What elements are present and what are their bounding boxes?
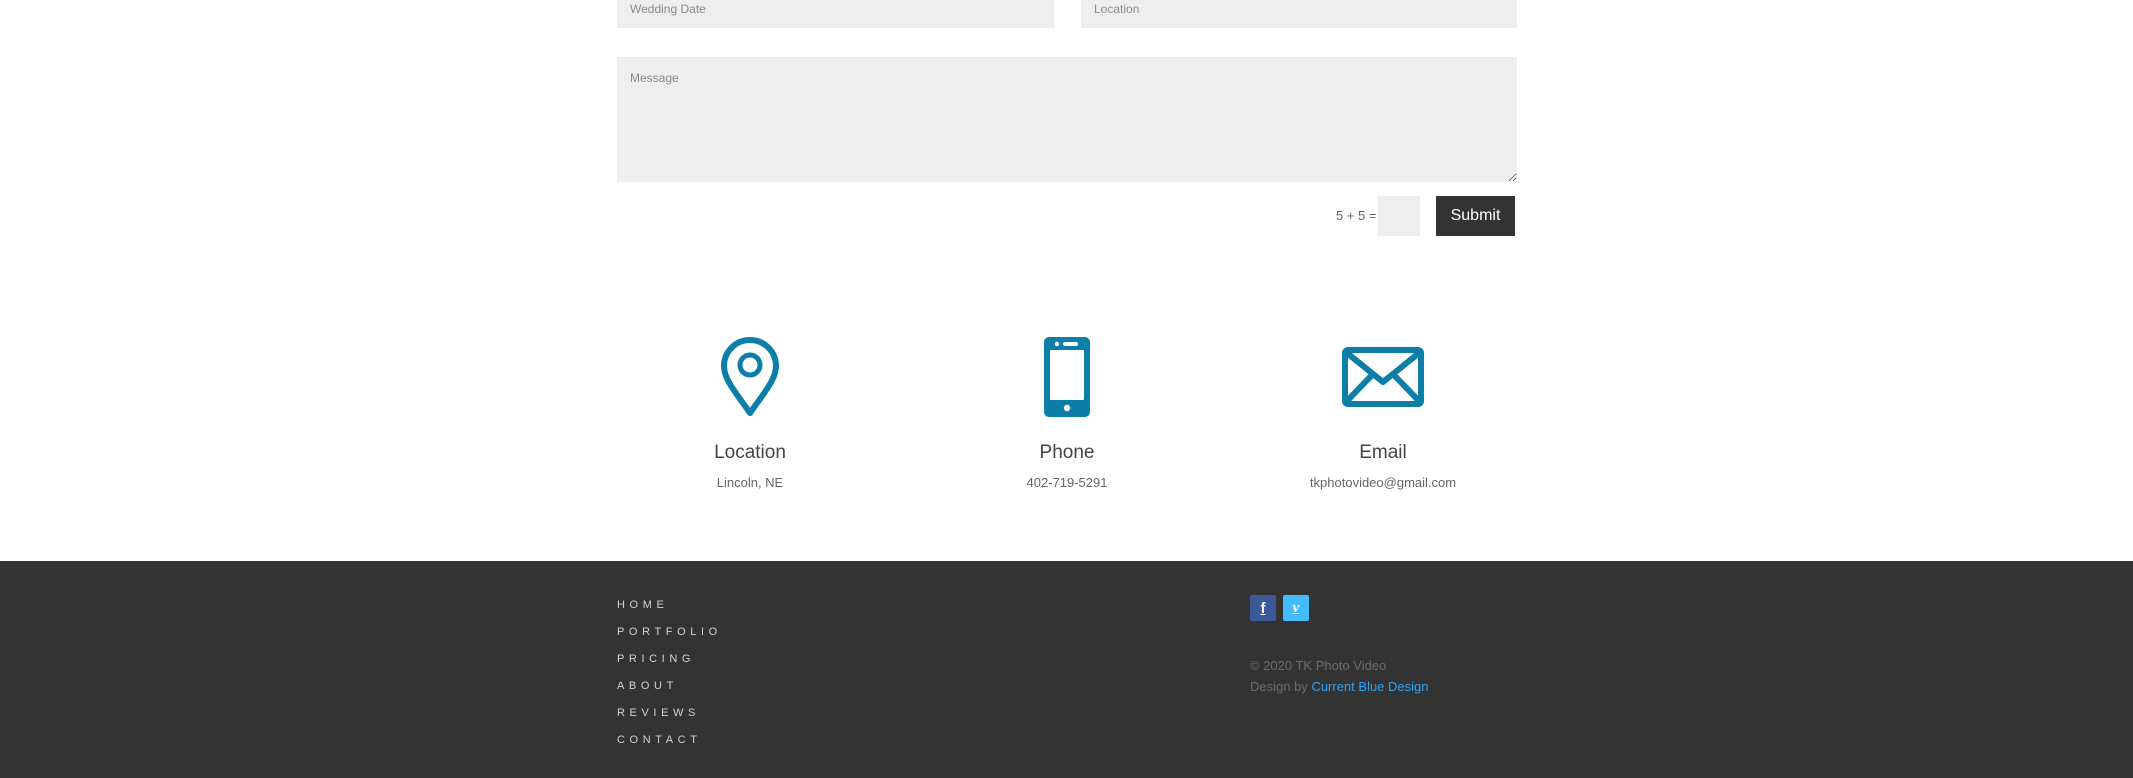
location-blurb: Location Lincoln, NE xyxy=(630,336,870,490)
footer-nav-contact[interactable]: CONTACT xyxy=(617,734,702,746)
location-title: Location xyxy=(714,442,786,463)
design-credit: Design by Current Blue Design xyxy=(1250,676,1429,697)
footer-nav-about[interactable]: ABOUT xyxy=(617,680,678,692)
location-input[interactable] xyxy=(1081,0,1517,28)
phone-text: 402-719-5291 xyxy=(1026,475,1108,490)
map-pin-icon xyxy=(721,337,779,416)
facebook-icon[interactable]: f xyxy=(1250,595,1276,621)
submit-button[interactable]: Submit xyxy=(1436,196,1515,236)
email-text: tkphotovideo@gmail.com xyxy=(1309,475,1457,490)
credit-link[interactable]: Current Blue Design xyxy=(1311,679,1428,694)
credit-prefix: Design by xyxy=(1250,679,1308,694)
envelope-icon xyxy=(1342,347,1424,407)
copyright-text: © 2020 TK Photo Video xyxy=(1250,658,1387,673)
message-textarea[interactable] xyxy=(617,57,1517,182)
footer-nav-reviews[interactable]: REVIEWS xyxy=(617,707,700,719)
location-text: Lincoln, NE xyxy=(716,475,784,490)
phone-icon xyxy=(1044,337,1090,417)
email-title: Email xyxy=(1359,442,1407,463)
footer: HOME PORTFOLIO PRICING ABOUT REVIEWS CON… xyxy=(0,561,2133,778)
email-blurb: Email tkphotovideo@gmail.com xyxy=(1263,336,1503,490)
footer-credits: © 2020 TK Photo Video Design by Current … xyxy=(1250,655,1429,697)
captcha-question: 5 + 5 = xyxy=(1336,208,1377,223)
phone-blurb: Phone 402-719-5291 xyxy=(947,336,1187,490)
footer-nav-pricing[interactable]: PRICING xyxy=(617,653,695,665)
vimeo-icon[interactable]: v xyxy=(1283,595,1309,621)
captcha-input[interactable] xyxy=(1378,196,1420,236)
wedding-date-input[interactable] xyxy=(617,0,1054,28)
footer-nav-portfolio[interactable]: PORTFOLIO xyxy=(617,626,722,638)
footer-nav-home[interactable]: HOME xyxy=(617,599,668,611)
phone-title: Phone xyxy=(1039,442,1095,463)
